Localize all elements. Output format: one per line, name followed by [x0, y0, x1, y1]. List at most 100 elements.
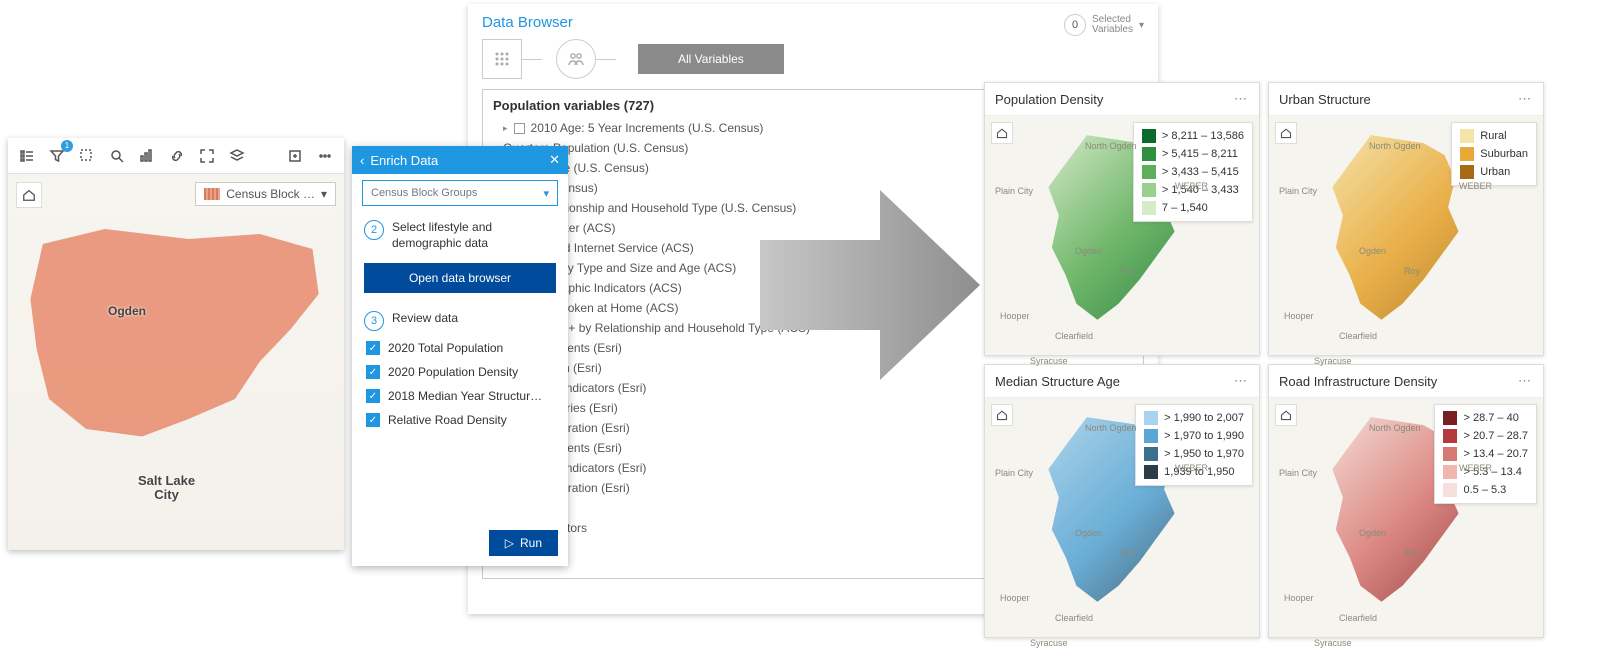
legend-swatch: [1142, 129, 1156, 143]
checkbox-icon: ✓: [366, 389, 380, 403]
close-icon[interactable]: ✕: [549, 152, 560, 168]
layer-select[interactable]: Census Block Groups ▾: [362, 180, 558, 206]
mini-map-label: Ogden: [1359, 246, 1386, 256]
map-toolbar: [8, 138, 344, 174]
legend-label: 7 – 1,540: [1162, 202, 1208, 214]
more-icon[interactable]: [312, 143, 338, 169]
step-3-text: Review data: [392, 311, 458, 327]
mini-map-label: Roy: [1120, 548, 1136, 558]
fullextent-icon[interactable]: [194, 143, 220, 169]
chevron-down-icon: ▾: [1139, 20, 1144, 31]
legend-swatch: [1443, 483, 1457, 497]
legend-label: Urban: [1480, 166, 1510, 178]
link-icon[interactable]: [164, 143, 190, 169]
selected-variables-chip[interactable]: 0 Selected Variables ▾: [1064, 14, 1144, 36]
map-canvas[interactable]: Census Block … ▾ Ogden Salt Lake City: [8, 174, 344, 550]
card-header: Urban Structure⋯: [1269, 83, 1543, 116]
card-title: Road Infrastructure Density: [1279, 374, 1437, 389]
home-icon[interactable]: [1275, 122, 1297, 144]
mini-map-label: WEBER: [1175, 181, 1208, 191]
check-item[interactable]: ✓2020 Total Population: [366, 341, 554, 355]
step-2-badge: 2: [364, 220, 384, 240]
legend-row: > 5,415 – 8,211: [1142, 147, 1244, 161]
people-mode-icon[interactable]: [556, 39, 596, 79]
open-data-browser-button[interactable]: Open data browser: [364, 263, 556, 293]
card-map[interactable]: RuralSuburbanUrbanPlain CityNorth OgdenW…: [1269, 116, 1543, 355]
legend-label: Rural: [1480, 130, 1506, 142]
check-item[interactable]: ✓Relative Road Density: [366, 413, 554, 427]
checkbox-icon: ✓: [366, 413, 380, 427]
checkbox-icon: [514, 123, 525, 134]
map-card: Urban Structure⋯RuralSuburbanUrbanPlain …: [1268, 82, 1544, 356]
card-map[interactable]: > 1,990 to 2,007 > 1,970 to 1,990 > 1,950 …: [985, 398, 1259, 637]
mini-map-label: Hooper: [1284, 311, 1314, 321]
home-icon[interactable]: [991, 404, 1013, 426]
legend: > 1,990 to 2,007 > 1,970 to 1,990 > 1,950 …: [1135, 404, 1253, 486]
layer-chip[interactable]: Census Block … ▾: [195, 182, 336, 206]
legend-swatch: [1142, 147, 1156, 161]
card-title: Median Structure Age: [995, 374, 1120, 389]
check-item[interactable]: ✓2020 Population Density: [366, 365, 554, 379]
mini-map-label: Hooper: [1000, 593, 1030, 603]
mini-map-label: Ogden: [1075, 528, 1102, 538]
mini-map-label: Plain City: [995, 186, 1033, 196]
legend: Rural Suburban Urban: [1451, 122, 1537, 186]
legend-row: > 1,990 to 2,007: [1144, 411, 1244, 425]
legend-row: Rural: [1460, 129, 1528, 143]
home-icon[interactable]: [16, 182, 42, 208]
layer-select-value: Census Block Groups: [371, 187, 477, 199]
mini-map-label: Hooper: [1284, 593, 1314, 603]
legend-row: > 28.7 – 40: [1443, 411, 1528, 425]
legend-swatch: [1144, 429, 1158, 443]
legend-label: Suburban: [1480, 148, 1528, 160]
back-chevron-icon[interactable]: ‹: [360, 153, 364, 168]
step-3-badge: 3: [364, 311, 384, 331]
run-button[interactable]: ▷ Run: [489, 530, 558, 556]
mini-map-label: North Ogden: [1369, 141, 1421, 151]
home-icon[interactable]: [991, 122, 1013, 144]
mini-map-label: Plain City: [995, 468, 1033, 478]
mini-map-label: North Ogden: [1085, 141, 1137, 151]
checkbox-icon: ✓: [366, 365, 380, 379]
mini-map-label: Roy: [1120, 266, 1136, 276]
check-item[interactable]: ✓2018 Median Year Structur…: [366, 389, 554, 403]
mini-map-label: Hooper: [1000, 311, 1030, 321]
chart-icon[interactable]: [134, 143, 160, 169]
card-more-icon[interactable]: ⋯: [1234, 91, 1249, 107]
mini-map-label: Ogden: [1075, 246, 1102, 256]
expand-icon: ▸: [503, 123, 508, 134]
legend-row: > 13.4 – 20.7: [1443, 447, 1528, 461]
filter-icon[interactable]: [44, 143, 70, 169]
card-title: Population Density: [995, 92, 1103, 107]
run-label: Run: [520, 536, 542, 550]
card-more-icon[interactable]: ⋯: [1518, 91, 1533, 107]
choropleth-region: [18, 224, 328, 474]
legend-row: > 8,211 – 13,586: [1142, 129, 1244, 143]
legend-row: Urban: [1460, 165, 1528, 179]
legend-row: 0.5 – 5.3: [1443, 483, 1528, 497]
legend-label: > 20.7 – 28.7: [1463, 430, 1528, 442]
all-variables-tab[interactable]: All Variables: [638, 44, 784, 74]
legend-row: > 1,970 to 1,990: [1144, 429, 1244, 443]
home-icon[interactable]: [1275, 404, 1297, 426]
enrich-header: ‹ Enrich Data ✕: [352, 146, 568, 174]
zoom-icon[interactable]: [104, 143, 130, 169]
mini-map-label: Roy: [1404, 266, 1420, 276]
legend-label: 0.5 – 5.3: [1463, 484, 1506, 496]
chevron-down-icon: ▾: [321, 187, 327, 201]
export-icon[interactable]: [282, 143, 308, 169]
legend-swatch: [1144, 411, 1158, 425]
legend-label: > 1,950 to 1,970: [1164, 448, 1244, 460]
card-more-icon[interactable]: ⋯: [1518, 373, 1533, 389]
grid-mode-icon[interactable]: [482, 39, 522, 79]
legend-icon[interactable]: [14, 143, 40, 169]
card-more-icon[interactable]: ⋯: [1234, 373, 1249, 389]
select-icon[interactable]: [74, 143, 100, 169]
mini-map-label: Roy: [1404, 548, 1420, 558]
card-map[interactable]: > 28.7 – 40> 20.7 – 28.7> 13.4 – 20.7> 5…: [1269, 398, 1543, 637]
card-map[interactable]: > 8,211 – 13,586> 5,415 – 8,211> 3,433 –…: [985, 116, 1259, 355]
layer-chip-label: Census Block …: [226, 187, 315, 201]
layers-icon[interactable]: [224, 143, 250, 169]
legend-row: 7 – 1,540: [1142, 201, 1244, 215]
legend-swatch: [1142, 183, 1156, 197]
